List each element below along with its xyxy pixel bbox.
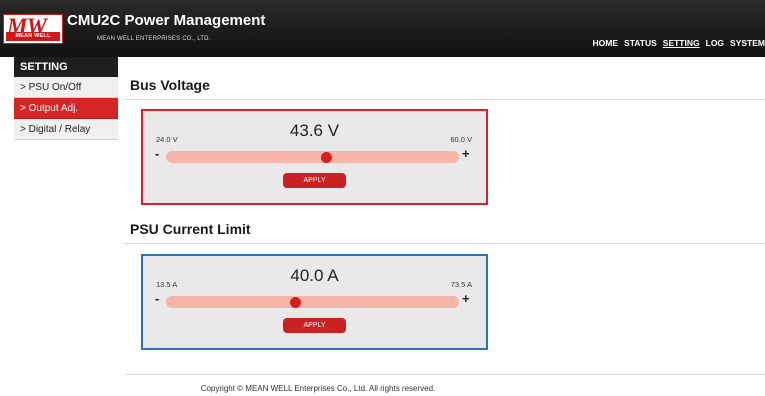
current-slider-track[interactable] — [166, 296, 459, 308]
current-limit-panel: 13.5 A 40.0 A 73.5 A - + APPLY — [141, 254, 488, 350]
sidebar-item-psu-on-off[interactable]: > PSU On/Off — [14, 77, 118, 98]
voltage-value: 43.6 V — [289, 121, 340, 140]
current-apply-button[interactable]: APPLY — [283, 318, 346, 333]
voltage-slider-track[interactable] — [166, 151, 459, 163]
app-header: MW MEAN WELL CMU2C Power Management MEAN… — [0, 0, 765, 57]
nav-setting[interactable]: SETTING — [663, 38, 700, 48]
bus-voltage-title: Bus Voltage — [130, 77, 210, 93]
sidebar-heading: SETTING — [14, 57, 118, 77]
current-decrease-button[interactable]: - — [155, 292, 159, 306]
voltage-max-label: 60.0 V — [450, 135, 472, 144]
section-divider — [125, 243, 765, 244]
logo-subtext: MEAN WELL — [6, 32, 60, 41]
copyright-text: Copyright © MEAN WELL Enterprises Co., L… — [200, 384, 436, 393]
current-increase-button[interactable]: + — [462, 292, 470, 306]
app-title: CMU2C Power Management — [67, 12, 266, 29]
nav-log[interactable]: LOG — [706, 38, 724, 48]
section-divider — [125, 99, 765, 100]
voltage-apply-button[interactable]: APPLY — [283, 173, 346, 188]
current-value: 40.0 A — [290, 266, 339, 285]
nav-home[interactable]: HOME — [593, 38, 619, 48]
current-limit-title: PSU Current Limit — [130, 221, 251, 237]
top-navigation: HOME STATUS SETTING LOG SYSTEM — [593, 38, 765, 48]
footer-divider — [125, 374, 765, 375]
voltage-increase-button[interactable]: + — [462, 147, 470, 161]
current-max-label: 73.5 A — [450, 280, 472, 289]
voltage-decrease-button[interactable]: - — [155, 147, 159, 161]
nav-system[interactable]: SYSTEM — [730, 38, 765, 48]
sidebar-item-digital-relay[interactable]: > Digital / Relay — [14, 119, 118, 140]
nav-status[interactable]: STATUS — [624, 38, 657, 48]
sidebar-item-output-adj[interactable]: > Output Adj. — [14, 98, 118, 119]
current-slider-handle[interactable] — [290, 297, 302, 308]
settings-sidebar: SETTING > PSU On/Off > Output Adj. > Dig… — [14, 57, 118, 140]
voltage-slider-handle[interactable] — [320, 152, 332, 163]
company-name: MEAN WELL ENTERPRISES CO., LTD. — [97, 36, 211, 42]
bus-voltage-panel: 24.0 V 43.6 V 60.0 V - + APPLY — [141, 109, 488, 205]
mean-well-logo: MW MEAN WELL — [3, 14, 63, 44]
